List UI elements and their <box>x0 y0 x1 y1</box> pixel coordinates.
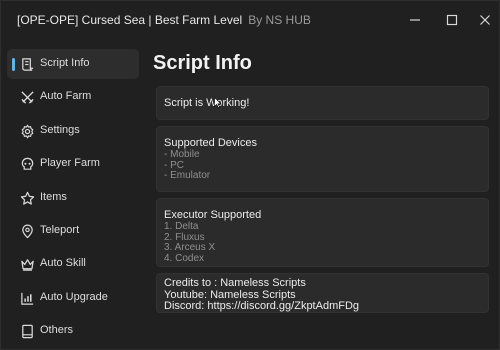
executor-item: 1. Delta <box>164 221 199 232</box>
active-indicator <box>12 58 15 71</box>
mouse-cursor-icon <box>214 95 222 113</box>
script-icon <box>19 56 35 72</box>
sidebar-item-label: Auto Upgrade <box>40 291 108 303</box>
device-item: - PC <box>164 159 184 171</box>
sidebar-item-auto-skill[interactable]: Auto Skill <box>7 249 139 279</box>
sidebar-item-label: Player Farm <box>40 157 100 169</box>
close-icon <box>480 15 490 25</box>
app-window: [OPE-OPE] Cursed Sea | Best Farm Level By… <box>0 0 500 350</box>
sidebar-item-auto-upgrade[interactable]: Auto Upgrade <box>7 283 139 313</box>
minimize-button[interactable] <box>405 10 425 30</box>
maximize-button[interactable] <box>442 10 462 30</box>
sidebar-item-player-farm[interactable]: Player Farm <box>7 149 139 179</box>
executors-heading: Executor Supported <box>164 209 262 221</box>
gear-icon <box>19 123 35 139</box>
status-card: Script is Working! <box>156 86 489 120</box>
bar-chart-icon <box>19 290 35 306</box>
sidebar-item-teleport[interactable]: Teleport <box>7 216 139 246</box>
window-author: By NS HUB <box>248 13 311 27</box>
sidebar-item-label: Script Info <box>40 57 90 69</box>
title-bar[interactable]: [OPE-OPE] Cursed Sea | Best Farm Level By… <box>1 1 499 39</box>
sidebar-item-label: Settings <box>40 124 80 136</box>
sidebar-item-settings[interactable]: Settings <box>7 116 139 146</box>
window-title: [OPE-OPE] Cursed Sea | Best Farm Level By… <box>17 13 311 27</box>
skull-icon <box>19 156 35 172</box>
window-title-text: [OPE-OPE] Cursed Sea | Best Farm Level <box>17 13 243 27</box>
supported-devices-card: Supported Devices - Mobile - PC - Emulat… <box>156 126 489 192</box>
sidebar-item-others[interactable]: Others <box>7 316 139 346</box>
sidebar-item-label: Auto Skill <box>40 257 86 269</box>
map-pin-icon <box>19 223 35 239</box>
maximize-icon <box>446 14 458 26</box>
page-title: Script Info <box>153 52 252 74</box>
sidebar-item-auto-farm[interactable]: Auto Farm <box>7 82 139 112</box>
sidebar-item-label: Others <box>40 324 74 336</box>
executor-item: 4. Codex <box>164 252 205 264</box>
sidebar: Script Info Auto Farm Settings Player Fa… <box>1 46 146 346</box>
sidebar-item-label: Items <box>40 191 67 203</box>
minimize-icon <box>410 19 420 21</box>
executor-supported-card: Executor Supported 1. Delta 2. Fluxus 3.… <box>156 198 489 267</box>
sidebar-item-script-info[interactable]: Script Info <box>7 49 139 79</box>
executor-item: 3. Arceus X <box>164 242 216 253</box>
book-icon <box>19 323 35 339</box>
sidebar-item-label: Teleport <box>40 224 80 236</box>
close-button[interactable] <box>475 10 495 30</box>
crossed-swords-icon <box>19 89 35 105</box>
discord-line[interactable]: Discord: https://discord.gg/ZkptAdmFDg <box>164 300 481 313</box>
credits-card: Credits to : Nameless Scripts Youtube: N… <box>156 273 489 313</box>
sidebar-item-items[interactable]: Items <box>7 183 139 213</box>
crown-icon <box>19 256 35 272</box>
devices-heading: Supported Devices <box>164 137 257 149</box>
status-text: Script is Working! <box>164 97 250 109</box>
device-item: - Emulator <box>164 170 211 181</box>
credits-line: Credits to : Nameless Scripts <box>164 277 306 289</box>
device-item: - Mobile <box>164 149 200 160</box>
star-icon <box>19 190 35 206</box>
sidebar-item-label: Auto Farm <box>40 90 92 102</box>
